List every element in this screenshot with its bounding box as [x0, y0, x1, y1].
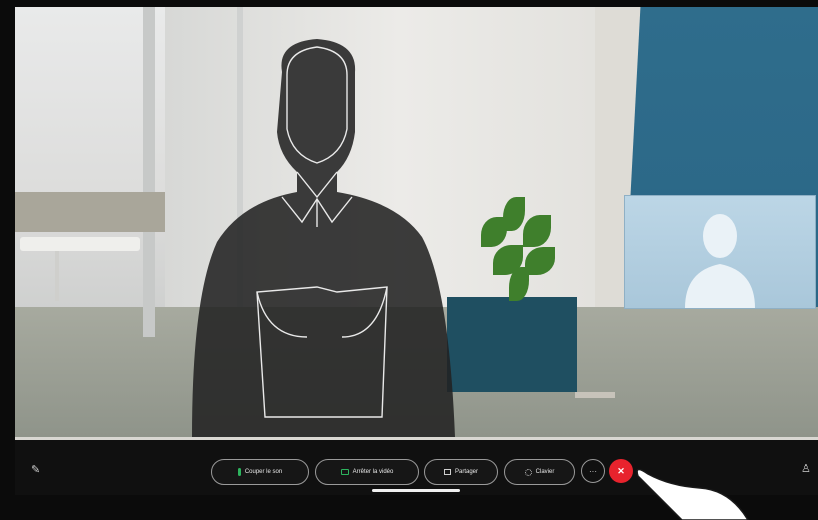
pointer-hand-icon — [636, 468, 749, 520]
stop-video-button[interactable]: Arrêter la vidéo — [315, 459, 419, 485]
mute-button[interactable]: Couper le son — [211, 459, 309, 485]
keypad-button[interactable]: Clavier — [504, 459, 575, 485]
potted-plant — [473, 197, 563, 302]
self-view-preview[interactable] — [624, 195, 816, 309]
home-indicator[interactable] — [372, 489, 460, 492]
share-screen-icon — [443, 469, 451, 475]
microphone-icon — [237, 468, 241, 476]
share-button[interactable]: Partager — [424, 459, 498, 485]
keypad-icon — [524, 468, 532, 476]
end-call-icon: ✕ — [617, 465, 625, 476]
person-silhouette — [192, 39, 455, 437]
camera-icon — [340, 469, 349, 475]
glass-door-frame — [143, 7, 155, 337]
more-options-button[interactable]: ··· — [581, 459, 605, 483]
self-view-avatar-icon — [685, 214, 755, 308]
stop-video-button-label: Arrêter la vidéo — [352, 469, 394, 475]
background-table — [20, 237, 140, 251]
participants-icon[interactable]: ♙ — [801, 462, 811, 475]
pencil-icon[interactable]: ✎ — [31, 463, 40, 476]
more-options-icon: ··· — [589, 466, 597, 476]
mute-button-label: Couper le son — [244, 469, 283, 475]
share-button-label: Partager — [454, 469, 478, 475]
baseboard — [575, 392, 615, 398]
background-sofa — [15, 192, 165, 232]
video-call-screen: ✎ Couper le son Arrêter la vidéo Partage… — [15, 7, 818, 495]
planter-box — [447, 297, 577, 392]
table-leg — [55, 251, 59, 301]
keypad-button-label: Clavier — [535, 469, 555, 475]
